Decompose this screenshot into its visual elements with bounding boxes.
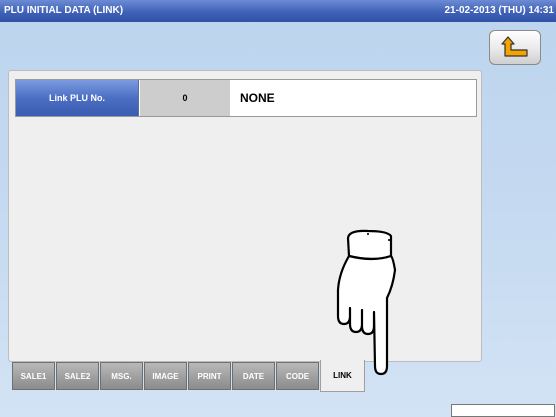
back-button[interactable] [489, 30, 541, 65]
link-plu-row[interactable]: Link PLU No. 0 NONE [15, 79, 477, 117]
tab-msg[interactable]: MSG. [100, 362, 143, 390]
back-arrow-icon [501, 36, 528, 57]
date-time: 21-02-2013 (THU) 14:31 [444, 5, 555, 16]
title-bar: PLU INITIAL DATA (LINK) 21-02-2013 (THU)… [0, 0, 556, 22]
page-title: PLU INITIAL DATA (LINK) [4, 5, 124, 16]
tab-sale2[interactable]: SALE2 [56, 362, 99, 390]
tab-print[interactable]: PRINT [188, 362, 231, 390]
tab-code[interactable]: CODE [276, 362, 319, 390]
tab-image[interactable]: IMAGE [144, 362, 187, 390]
tab-date[interactable]: DATE [232, 362, 275, 390]
status-box [451, 404, 555, 417]
tab-sale1[interactable]: SALE1 [12, 362, 55, 390]
link-plu-value[interactable]: 0 [140, 80, 230, 116]
pointing-hand-icon [333, 228, 423, 388]
link-plu-name: NONE [240, 91, 275, 105]
link-plu-label: Link PLU No. [16, 80, 139, 116]
